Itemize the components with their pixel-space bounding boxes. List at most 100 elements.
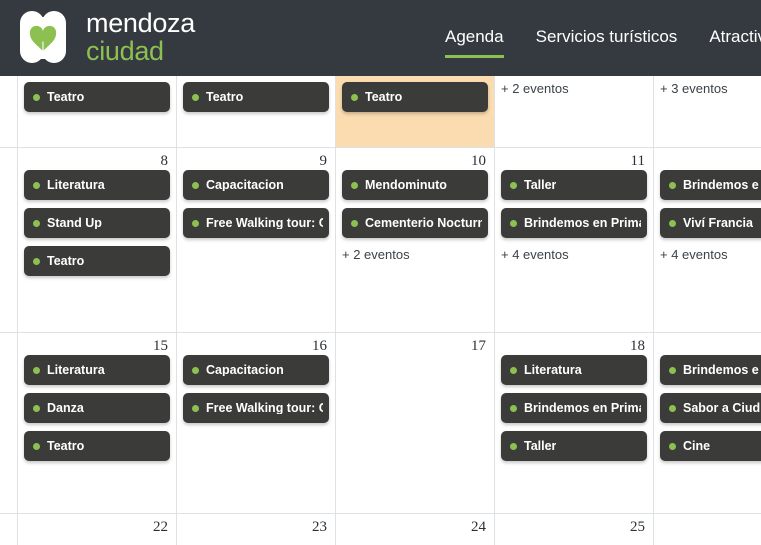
- more-events-link[interactable]: + 2 eventos: [495, 76, 653, 96]
- day-cell[interactable]: 25: [495, 514, 654, 545]
- event-category-dot: [669, 442, 676, 450]
- event-pill[interactable]: Brindemos en Prima: [501, 393, 647, 423]
- event-label: Cementerio Nocturn: [365, 216, 482, 230]
- event-category-dot: [33, 219, 40, 227]
- event-pill[interactable]: Mendominuto: [342, 170, 488, 200]
- event-category-dot: [33, 93, 40, 101]
- day-cell[interactable]: 22: [18, 514, 177, 545]
- day-cell[interactable]: [0, 333, 18, 513]
- day-cell[interactable]: [0, 148, 18, 332]
- day-cell-today[interactable]: Teatro: [336, 76, 495, 147]
- brand-name-secondary: ciudad: [86, 36, 164, 66]
- nav-item-atractivo[interactable]: Atractivo: [709, 28, 761, 49]
- day-number: 11: [630, 153, 645, 169]
- event-category-dot: [510, 219, 517, 227]
- day-number: 8: [160, 153, 169, 169]
- event-pill[interactable]: Literatura: [24, 170, 170, 200]
- heart-tree-logo-icon: [14, 9, 72, 67]
- event-pill[interactable]: Brindemos e: [660, 170, 761, 200]
- day-cell[interactable]: [0, 76, 18, 147]
- event-pill[interactable]: Stand Up: [24, 208, 170, 238]
- day-number: 22: [153, 519, 168, 535]
- day-events: Teatro: [18, 76, 176, 112]
- day-number: 23: [312, 519, 327, 535]
- day-number: 17: [471, 338, 486, 354]
- day-cell[interactable]: 9 Capacitacion Free Walking tour: C: [177, 148, 336, 332]
- event-category-dot: [669, 181, 676, 189]
- event-category-dot: [33, 442, 40, 450]
- event-pill[interactable]: Viví Francia: [660, 208, 761, 238]
- calendar-grid: Teatro Teatro Teatro + 2 eventos + 3 eve…: [0, 76, 761, 545]
- event-pill[interactable]: Sabor a Ciud: [660, 393, 761, 423]
- event-category-dot: [192, 404, 199, 412]
- event-pill[interactable]: Taller: [501, 170, 647, 200]
- event-pill[interactable]: Teatro: [24, 82, 170, 112]
- more-events-link[interactable]: + 3 eventos: [654, 76, 761, 96]
- event-pill[interactable]: Cementerio Nocturn: [342, 208, 488, 238]
- brand-text: mendoza ciudad: [86, 10, 195, 65]
- more-events-link[interactable]: + 2 eventos: [336, 246, 494, 262]
- event-label: Teatro: [47, 90, 85, 104]
- event-category-dot: [192, 366, 199, 374]
- event-pill[interactable]: Teatro: [342, 82, 488, 112]
- event-pill[interactable]: Literatura: [501, 355, 647, 385]
- event-label: Taller: [524, 178, 557, 192]
- event-pill[interactable]: Brindemos e: [660, 355, 761, 385]
- day-cell[interactable]: 18 Literatura Brindemos en Prima Taller: [495, 333, 654, 513]
- event-pill[interactable]: Teatro: [24, 246, 170, 276]
- day-events: Brindemos e Sabor a Ciud Cine: [654, 355, 761, 461]
- event-label: Teatro: [47, 439, 85, 453]
- event-label: Mendominuto: [365, 178, 447, 192]
- day-cell[interactable]: 11 Taller Brindemos en Prima + 4 eventos: [495, 148, 654, 332]
- brand-logo[interactable]: mendoza ciudad: [14, 9, 195, 67]
- day-cell[interactable]: Brindemos e Sabor a Ciud Cine: [654, 333, 761, 513]
- event-label: Literatura: [47, 363, 105, 377]
- event-pill[interactable]: Brindemos en Prima: [501, 208, 647, 238]
- nav-item-agenda[interactable]: Agenda: [444, 28, 504, 58]
- site-header: mendoza ciudad Agenda Servicios turístic…: [0, 0, 761, 76]
- event-category-dot: [669, 366, 676, 374]
- day-cell[interactable]: 24: [336, 514, 495, 545]
- day-cell[interactable]: + 2 eventos: [495, 76, 654, 147]
- day-cell[interactable]: 17: [336, 333, 495, 513]
- day-events: Literatura Danza Teatro: [18, 355, 176, 461]
- event-pill[interactable]: Capacitacion: [183, 170, 329, 200]
- event-category-dot: [351, 219, 358, 227]
- event-label: Teatro: [365, 90, 403, 104]
- day-number: 25: [630, 519, 645, 535]
- day-cell[interactable]: [0, 514, 18, 545]
- more-events-link[interactable]: + 4 eventos: [495, 246, 653, 262]
- calendar-week-row: 22 23 24 25: [0, 513, 761, 545]
- event-pill[interactable]: Literatura: [24, 355, 170, 385]
- event-label: Danza: [47, 401, 84, 415]
- day-cell[interactable]: 15 Literatura Danza Teatro: [18, 333, 177, 513]
- calendar-week-row: Teatro Teatro Teatro + 2 eventos + 3 eve…: [0, 76, 761, 147]
- day-cell[interactable]: 16 Capacitacion Free Walking tour: C: [177, 333, 336, 513]
- event-category-dot: [33, 181, 40, 189]
- event-pill[interactable]: Danza: [24, 393, 170, 423]
- day-number: 9: [319, 153, 328, 169]
- event-pill[interactable]: Free Walking tour: C: [183, 393, 329, 423]
- day-cell[interactable]: 10 Mendominuto Cementerio Nocturn + 2 ev…: [336, 148, 495, 332]
- more-events-link[interactable]: + 4 eventos: [654, 246, 761, 262]
- event-label: Capacitacion: [206, 363, 284, 377]
- day-cell[interactable]: Teatro: [18, 76, 177, 147]
- event-pill[interactable]: Teatro: [24, 431, 170, 461]
- event-category-dot: [33, 366, 40, 374]
- event-pill[interactable]: Taller: [501, 431, 647, 461]
- event-pill[interactable]: Capacitacion: [183, 355, 329, 385]
- event-pill[interactable]: Cine: [660, 431, 761, 461]
- event-pill[interactable]: Teatro: [183, 82, 329, 112]
- day-cell[interactable]: Teatro: [177, 76, 336, 147]
- event-label: Sabor a Ciud: [683, 401, 761, 415]
- day-cell[interactable]: Brindemos e Viví Francia + 4 eventos: [654, 148, 761, 332]
- day-cell[interactable]: 23: [177, 514, 336, 545]
- event-category-dot: [192, 181, 199, 189]
- day-cell[interactable]: 8 Literatura Stand Up Teatro: [18, 148, 177, 332]
- day-cell[interactable]: + 3 eventos: [654, 76, 761, 147]
- event-pill[interactable]: Free Walking tour: C: [183, 208, 329, 238]
- day-number: [654, 148, 761, 170]
- nav-item-servicios[interactable]: Servicios turísticos: [536, 28, 678, 49]
- day-cell[interactable]: [654, 514, 761, 545]
- calendar-week-row: 8 Literatura Stand Up Teatro 9 Capacitac…: [0, 147, 761, 332]
